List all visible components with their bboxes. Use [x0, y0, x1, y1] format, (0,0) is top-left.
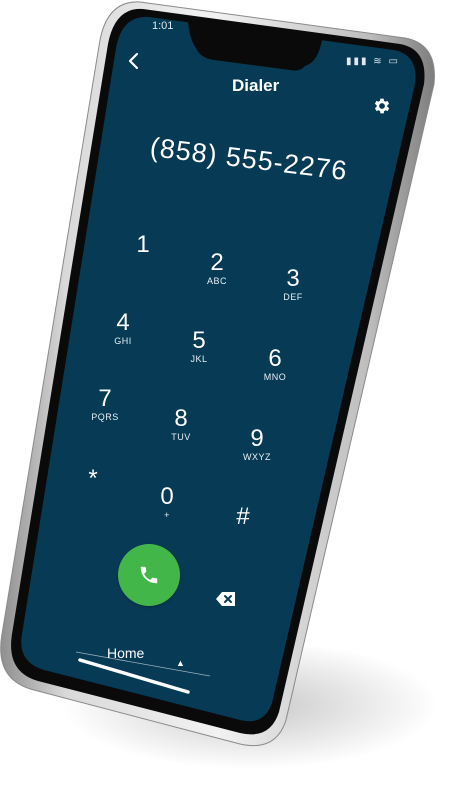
key-letters: ABC — [206, 276, 227, 286]
key-2[interactable]: 2 ABC — [182, 250, 252, 287]
key-6[interactable]: 6 MNO — [240, 346, 310, 383]
key-3[interactable]: 3 DEF — [258, 266, 328, 303]
key-digit: * — [88, 465, 98, 492]
key-letters: + — [164, 510, 170, 520]
key-letters: GHI — [114, 336, 132, 346]
key-digit: 6 — [268, 345, 282, 372]
phone-icon — [140, 566, 158, 584]
caret-up-icon[interactable]: ▲ — [176, 658, 185, 668]
battery-icon: ▭ — [388, 56, 400, 67]
key-digit: 5 — [192, 327, 206, 354]
key-hash[interactable]: # — [208, 504, 278, 530]
back-button[interactable] — [126, 52, 140, 74]
delete-button[interactable] — [215, 590, 237, 608]
settings-button[interactable] — [372, 96, 392, 122]
key-letters: WXYZ — [243, 452, 271, 462]
tab-home[interactable]: Home — [107, 645, 144, 661]
phone-mockup: 1:01 ▮▮▮ ≋ ▭ Dialer (858) 555-2276 1 2 A… — [0, 0, 473, 800]
key-letters: TUV — [171, 432, 191, 442]
key-digit: 2 — [210, 249, 224, 276]
signal-icon: ▮▮▮ — [346, 56, 369, 67]
key-digit: 8 — [174, 405, 188, 432]
key-digit: # — [236, 503, 250, 530]
key-letters: PQRS — [91, 412, 119, 422]
key-1[interactable]: 1 — [108, 232, 178, 258]
wifi-icon: ≋ — [373, 56, 384, 67]
page-title: Dialer — [232, 76, 280, 95]
key-letters: JKL — [190, 354, 208, 364]
key-digit: 1 — [136, 231, 150, 258]
key-5[interactable]: 5 JKL — [164, 328, 234, 365]
key-digit: 3 — [286, 265, 300, 292]
backspace-icon — [216, 592, 235, 606]
key-digit: 4 — [116, 309, 130, 336]
key-letters: MNO — [263, 372, 287, 382]
key-9[interactable]: 9 WXYZ — [222, 426, 292, 463]
key-7[interactable]: 7 PQRS — [70, 386, 140, 423]
gear-icon — [374, 98, 390, 114]
chevron-left-icon — [128, 52, 139, 70]
key-digit: 9 — [250, 425, 264, 452]
key-digit: 7 — [98, 385, 112, 412]
status-time: 1:01 — [152, 20, 174, 32]
key-8[interactable]: 8 TUV — [146, 406, 216, 443]
key-4[interactable]: 4 GHI — [88, 310, 158, 347]
key-star[interactable]: * — [58, 466, 128, 492]
key-letters: DEF — [283, 292, 303, 302]
key-0[interactable]: 0 + — [132, 484, 202, 521]
call-button[interactable] — [118, 544, 180, 606]
key-digit: 0 — [160, 483, 174, 510]
status-icons: ▮▮▮ ≋ ▭ — [346, 56, 400, 67]
